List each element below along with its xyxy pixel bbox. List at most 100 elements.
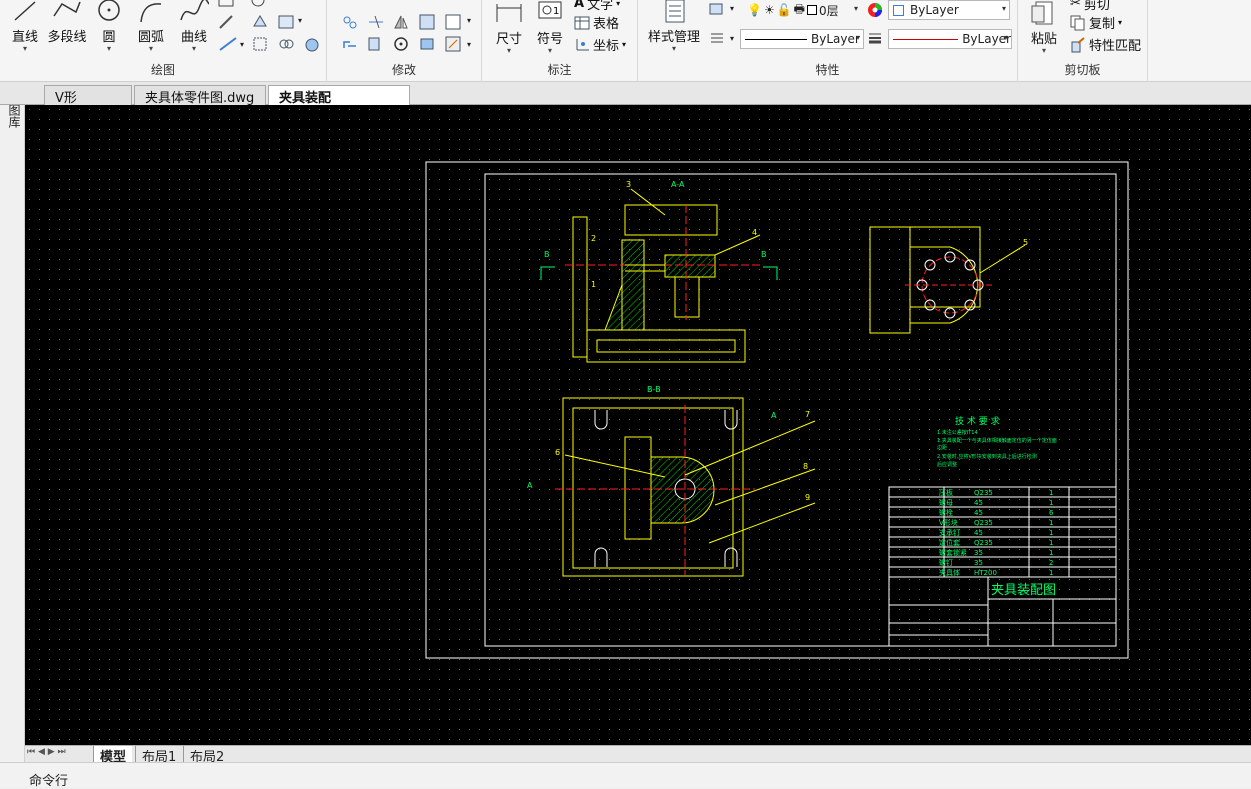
copy-button[interactable]: 复制 ▾ (1070, 13, 1122, 32)
table-button[interactable]: 表格 (574, 13, 619, 32)
bom-cell: 支承钉 (939, 528, 960, 537)
drawing-svg[interactable]: A-A 1 2 3 4 B B 5 B-B 6 7 8 9 A A 技 术 要 … (25, 105, 1251, 745)
match-properties-label: 特性匹配 (1089, 39, 1142, 54)
arc-icon (140, 3, 162, 23)
chevron-down-icon: ▾ (506, 46, 511, 55)
circle-tool-button[interactable]: 圆 ▾ (92, 0, 126, 53)
chevron-down-icon[interactable]: ▾ (298, 16, 302, 25)
dimension-button[interactable]: 尺寸 ▾ (490, 0, 528, 55)
stretch-icon[interactable] (419, 36, 435, 52)
balloon-1: 1 (591, 280, 596, 289)
pen-icon[interactable] (218, 14, 234, 30)
bom-cell: 45 (974, 529, 983, 537)
bom-cell: 45 (974, 499, 983, 507)
tab-layout1[interactable]: 布局1 (135, 746, 182, 765)
layer-combo[interactable]: 💡 ☀ 🔓 🖶 0层 ▾ (742, 0, 862, 20)
linetype-value: ByLayer (811, 32, 860, 46)
layout-nav-arrows[interactable]: ⏮ ◀ ▶ ⏭ (27, 747, 66, 757)
tab-model[interactable]: 模型 (93, 746, 133, 765)
text-button[interactable]: A 文字 ▾ (574, 0, 620, 13)
color-combo[interactable]: ByLayer ▾ (888, 0, 1010, 20)
grid-dots (25, 105, 1251, 745)
drawing-title: 夹具装配图 (991, 583, 1056, 598)
match-properties-button[interactable]: 特性匹配 (1070, 35, 1141, 54)
scale-icon[interactable] (445, 14, 461, 30)
doc-tab-label: 夹具体零件图.dwg (145, 91, 255, 106)
chevron-down-icon: ▾ (855, 33, 860, 42)
curve-tool-button[interactable]: 曲线 ▾ (175, 0, 213, 53)
hatch-icon[interactable] (250, 0, 266, 8)
chevron-down-icon: ▾ (1001, 4, 1006, 13)
copy-icon (1070, 15, 1085, 30)
rotate-icon[interactable] (393, 36, 409, 52)
symbol-button[interactable]: 1 符号 ▾ (532, 0, 568, 55)
rectangle-icon[interactable] (218, 0, 234, 8)
command-line[interactable]: 命令行 (0, 762, 1251, 789)
bom-cell: 螺栓 (939, 508, 953, 517)
bom-cell: V形块 (939, 518, 958, 527)
layer-list-icon[interactable] (710, 32, 724, 44)
circle-tool-label: 圆 (102, 30, 116, 45)
region-icon[interactable] (252, 14, 268, 30)
bom-cell: 1 (1049, 489, 1053, 497)
bom-cell: 2 (1049, 559, 1053, 567)
chevron-down-icon[interactable]: ▾ (467, 16, 471, 25)
modify-group-label: 修改 (391, 63, 416, 77)
layer-color-swatch (807, 5, 817, 15)
arc-tool-button[interactable]: 圆弧 ▾ (132, 0, 170, 53)
mirror-icon[interactable] (393, 14, 409, 30)
balloon-7: 7 (805, 410, 810, 419)
array-icon[interactable] (419, 14, 435, 30)
sun-icon: ☀ (763, 3, 775, 17)
point-icon[interactable] (252, 36, 268, 52)
wipeout-icon[interactable] (304, 36, 320, 52)
style-manager-button[interactable]: 样式管理 ▾ (642, 0, 706, 53)
balloon-9: 9 (805, 493, 810, 502)
layer-state-icon[interactable] (708, 0, 726, 16)
scissors-icon: ✂ (1070, 0, 1081, 11)
bom-cell: 夹具体 (939, 568, 960, 577)
linetype-preview (745, 38, 807, 40)
section-aa-label: A-A (671, 180, 685, 189)
bom-cell: Q235 (974, 539, 993, 547)
chevron-down-icon[interactable]: ▾ (730, 4, 734, 13)
color-value: ByLayer (910, 3, 959, 17)
bom-cell: 45 (974, 509, 983, 517)
svg-text:1: 1 (553, 6, 559, 17)
cut-button[interactable]: ✂ 剪切 (1070, 0, 1110, 13)
copy-object-icon[interactable] (367, 36, 383, 52)
cut-label: 剪切 (1083, 0, 1110, 13)
bom-cell: 定位套 (939, 538, 960, 547)
chevron-down-icon[interactable]: ▾ (730, 34, 734, 43)
dimension-label: 尺寸 (495, 32, 522, 47)
explode-icon[interactable] (341, 36, 359, 52)
lineweight-combo[interactable]: ByLayer ▾ (888, 29, 1012, 49)
paste-label: 粘贴 (1030, 32, 1057, 47)
color-wheel-icon[interactable] (866, 1, 884, 19)
move-icon[interactable] (341, 14, 359, 30)
coordinate-button[interactable]: 坐标 ▾ (574, 35, 626, 54)
doc-tab-v-block[interactable]: V形块.dwg (44, 85, 132, 125)
trim-icon[interactable] (367, 14, 385, 30)
doc-tab-fixture-part[interactable]: 夹具体零件图.dwg (134, 85, 266, 106)
cloud-icon[interactable] (278, 36, 294, 52)
polyline-tool-button[interactable]: 多段线 (45, 0, 89, 45)
chevron-down-icon[interactable]: ▾ (240, 40, 244, 49)
drawing-canvas[interactable]: A-A 1 2 3 4 B B 5 B-B 6 7 8 9 A A 技 术 要 … (25, 105, 1251, 745)
library-tab[interactable]: 图库 (6, 104, 21, 128)
linetype-combo[interactable]: ByLayer ▾ (740, 29, 864, 49)
circle-icon (98, 0, 120, 21)
lineweight-icon[interactable] (868, 32, 882, 44)
paste-button[interactable]: 粘贴 ▾ (1024, 0, 1064, 55)
chevron-down-icon[interactable]: ▾ (467, 40, 471, 49)
table-icon[interactable] (278, 14, 294, 30)
doc-tab-fixture-assembly[interactable]: 夹具装配图.dwg× (268, 85, 410, 125)
symbol-label: 符号 (536, 32, 563, 47)
line-tool-button[interactable]: 直线 ▾ (8, 0, 42, 53)
properties-edit-icon[interactable] (445, 36, 461, 52)
color-swatch (893, 4, 904, 16)
annotate-group-label: 标注 (547, 63, 572, 77)
construction-line-icon[interactable] (218, 36, 238, 52)
dimension-icon (496, 4, 522, 22)
tab-layout2[interactable]: 布局2 (183, 746, 230, 765)
